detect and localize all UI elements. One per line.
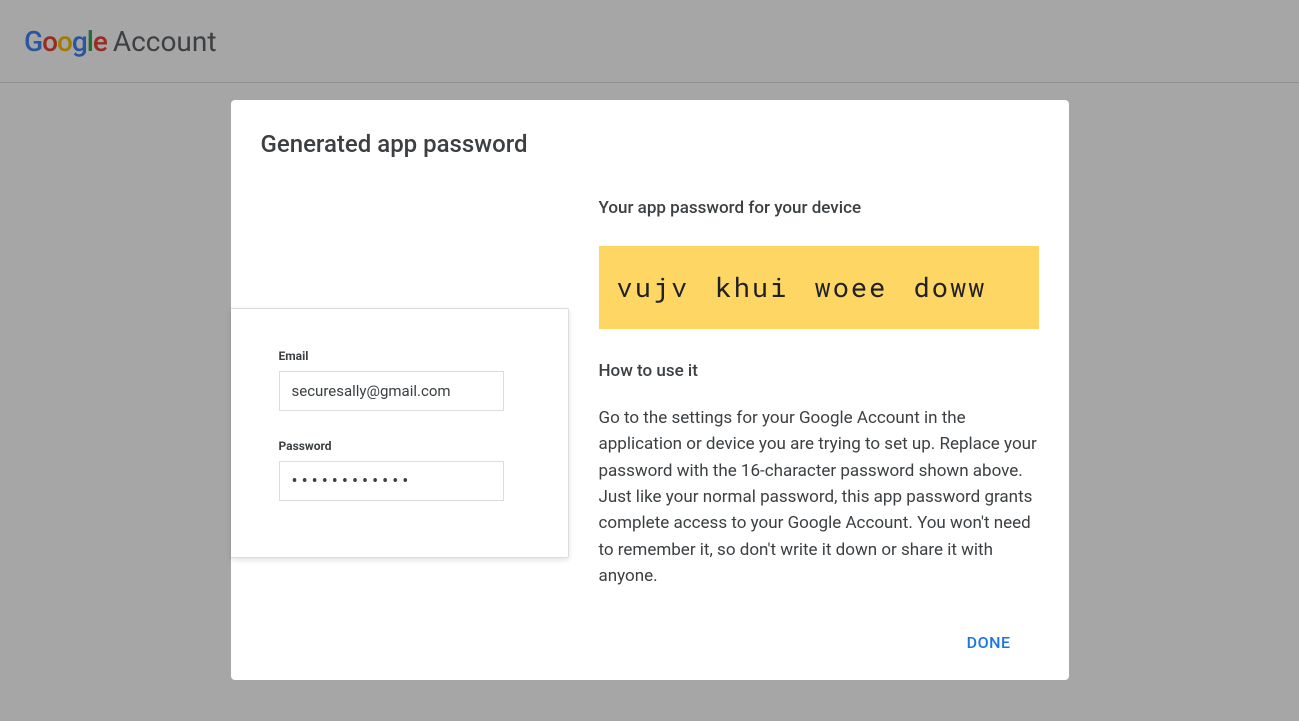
instructions-panel: Your app password for your device vujv k…: [599, 198, 1039, 589]
demo-password-field: ••••••••••••: [279, 461, 504, 501]
generated-password[interactable]: vujv khui woee doww: [599, 246, 1039, 329]
instructions-p1: Go to the settings for your Google Accou…: [599, 408, 1037, 481]
device-heading: Your app password for your device: [599, 198, 1039, 218]
how-to-heading: How to use it: [599, 361, 1039, 381]
instructions-p2: Just like your normal password, this app…: [599, 487, 1033, 586]
app-password-modal: Generated app password Email securesally…: [231, 100, 1069, 680]
modal-overlay: Generated app password Email securesally…: [0, 0, 1299, 721]
modal-title: Generated app password: [231, 130, 1039, 158]
instructions-text: Go to the settings for your Google Accou…: [599, 405, 1039, 589]
modal-footer: DONE: [231, 625, 1039, 660]
demo-card: Email securesally@gmail.com Password •••…: [231, 308, 569, 558]
demo-panel: Email securesally@gmail.com Password •••…: [231, 308, 569, 589]
email-label: Email: [279, 349, 520, 363]
demo-email-field: securesally@gmail.com: [279, 371, 504, 411]
done-button[interactable]: DONE: [955, 625, 1023, 660]
password-label: Password: [279, 439, 520, 453]
